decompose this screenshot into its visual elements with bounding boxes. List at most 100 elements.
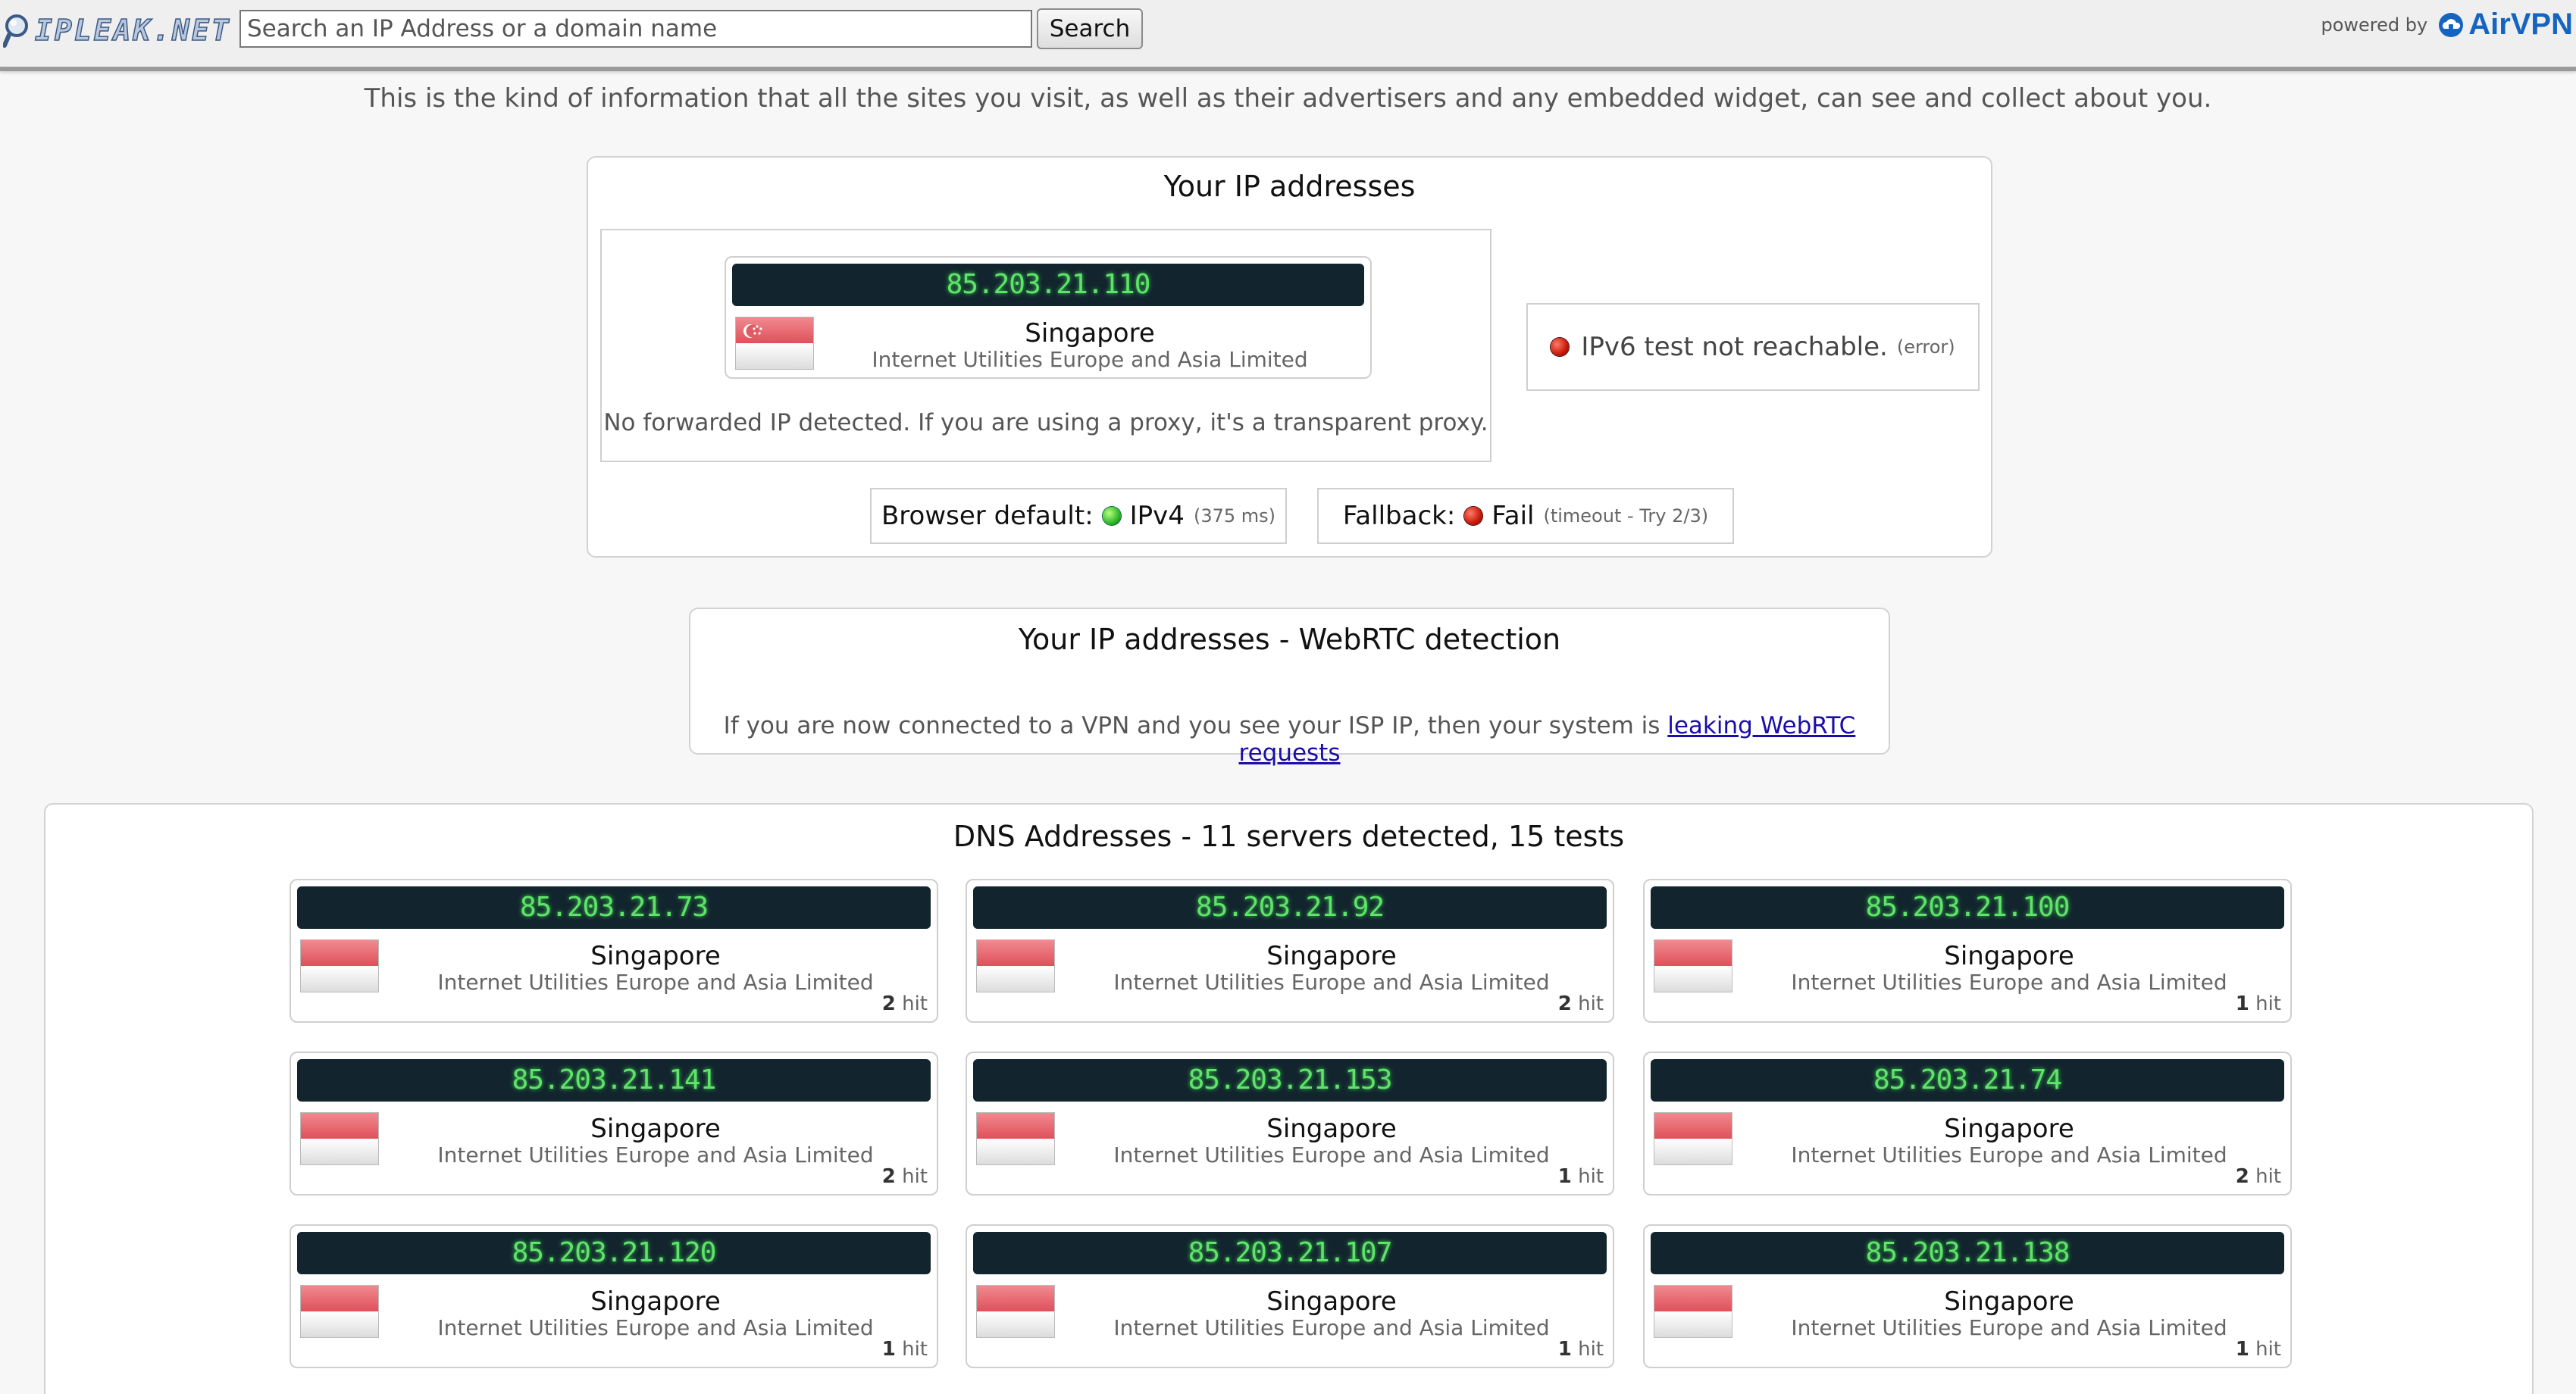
singapore-flag-icon xyxy=(1654,939,1732,992)
webrtc-title: Your IP addresses - WebRTC detection xyxy=(1018,623,1561,656)
ip-panel-title: Your IP addresses xyxy=(1163,170,1416,203)
dns-hit-word: hit xyxy=(1578,1165,1604,1188)
dns-server-isp: Internet Utilities Europe and Asia Limit… xyxy=(1113,1142,1550,1167)
dns-server-country: Singapore xyxy=(1266,1114,1397,1144)
dns-server-card: 85.203.21.74 Singapore Internet Utilitie… xyxy=(1643,1052,2292,1196)
dns-server-isp: Internet Utilities Europe and Asia Limit… xyxy=(1791,970,2227,995)
dns-hit-count: 2 xyxy=(881,1165,896,1188)
browser-default-value: IPv4 xyxy=(1129,501,1185,531)
dns-server-card: 85.203.21.138 Singapore Internet Utiliti… xyxy=(1643,1224,2292,1368)
ipv4-section: 85.203.21.110 Singapore Internet Utiliti… xyxy=(600,229,1491,462)
dns-server-isp: Internet Utilities Europe and Asia Limit… xyxy=(437,1315,874,1340)
dns-server-hits: 2 hit xyxy=(1558,992,1604,1015)
singapore-flag-icon xyxy=(976,1285,1055,1338)
singapore-flag-icon xyxy=(300,1112,379,1165)
ip-addresses-panel: Your IP addresses 85.203.21.110 Singapor… xyxy=(587,156,1992,558)
fallback-box: Fallback: Fail (timeout - Try 2/3) xyxy=(1317,488,1734,544)
dns-hit-count: 1 xyxy=(2235,992,2249,1015)
top-header: IPLEAK.NET Search powered by AirVPN xyxy=(0,0,2576,71)
webrtc-note-text: If you are now connected to a VPN and yo… xyxy=(723,712,1660,739)
dns-server-card: 85.203.21.153 Singapore Internet Utiliti… xyxy=(966,1052,1614,1196)
fallback-value: Fail xyxy=(1491,501,1535,531)
singapore-flag-icon xyxy=(976,939,1055,992)
dns-server-card: 85.203.21.141 Singapore Internet Utiliti… xyxy=(290,1052,938,1196)
browser-default-status-icon xyxy=(1102,507,1121,525)
dns-server-ip[interactable]: 85.203.21.153 xyxy=(973,1059,1607,1102)
ipv6-status-icon xyxy=(1551,338,1570,356)
ipv4-card: 85.203.21.110 Singapore Internet Utiliti… xyxy=(725,256,1372,379)
dns-server-ip[interactable]: 85.203.21.73 xyxy=(297,886,931,929)
dns-hit-count: 1 xyxy=(1557,1165,1572,1188)
dns-server-isp: Internet Utilities Europe and Asia Limit… xyxy=(437,1142,874,1167)
powered-by-label: powered by xyxy=(2321,14,2428,36)
singapore-flag-icon xyxy=(735,317,814,370)
dns-server-country: Singapore xyxy=(1944,1114,2074,1144)
dns-server-country: Singapore xyxy=(590,1114,721,1144)
dns-server-country: Singapore xyxy=(590,941,721,971)
logo-text: IPLEAK.NET xyxy=(34,13,231,48)
search-button[interactable]: Search xyxy=(1037,8,1143,49)
dns-hit-word: hit xyxy=(2255,1165,2281,1188)
dns-hit-word: hit xyxy=(902,992,928,1015)
forwarded-ip-note: No forwarded IP detected. If you are usi… xyxy=(603,409,1488,436)
dns-server-country: Singapore xyxy=(1944,941,2074,971)
dns-server-card: 85.203.21.92 Singapore Internet Utilitie… xyxy=(966,879,1614,1023)
singapore-flag-icon xyxy=(300,1285,379,1338)
fallback-label: Fallback: xyxy=(1342,501,1456,531)
ipv6-box: IPv6 test not reachable. (error) xyxy=(1526,303,1980,391)
dns-server-hits: 2 hit xyxy=(2236,1165,2281,1188)
dns-server-ip[interactable]: 85.203.21.74 xyxy=(1651,1059,2284,1102)
webrtc-note: If you are now connected to a VPN and yo… xyxy=(690,712,1889,767)
singapore-flag-icon xyxy=(976,1112,1055,1165)
dns-server-ip[interactable]: 85.203.21.138 xyxy=(1651,1232,2284,1274)
dns-server-ip[interactable]: 85.203.21.92 xyxy=(973,886,1607,929)
dns-server-isp: Internet Utilities Europe and Asia Limit… xyxy=(1791,1315,2227,1340)
browser-default-label: Browser default: xyxy=(881,501,1094,531)
dns-server-ip[interactable]: 85.203.21.141 xyxy=(297,1059,931,1102)
dns-server-ip[interactable]: 85.203.21.107 xyxy=(973,1232,1607,1274)
dns-server-ip[interactable]: 85.203.21.100 xyxy=(1651,886,2284,929)
dns-server-card: 85.203.21.73 Singapore Internet Utilitie… xyxy=(290,879,938,1023)
dns-server-country: Singapore xyxy=(590,1286,721,1317)
search-input[interactable] xyxy=(239,10,1032,48)
dns-server-isp: Internet Utilities Europe and Asia Limit… xyxy=(1113,1315,1550,1340)
ipv4-address[interactable]: 85.203.21.110 xyxy=(732,264,1364,306)
dns-title: DNS Addresses - 11 servers detected, 15 … xyxy=(953,820,1625,853)
dns-server-isp: Internet Utilities Europe and Asia Limit… xyxy=(1113,970,1550,995)
dns-server-country: Singapore xyxy=(1266,1286,1397,1317)
dns-server-card: 85.203.21.120 Singapore Internet Utiliti… xyxy=(290,1224,938,1368)
ipv6-status-detail: (error) xyxy=(1896,336,1955,358)
fallback-status-icon xyxy=(1464,507,1483,525)
dns-server-hits: 2 hit xyxy=(882,1165,928,1188)
intro-text: This is the kind of information that all… xyxy=(364,83,2212,114)
browser-default-detail: (375 ms) xyxy=(1193,505,1275,527)
dns-hit-word: hit xyxy=(1578,992,1604,1015)
dns-server-ip[interactable]: 85.203.21.120 xyxy=(297,1232,931,1274)
ipv6-status-label: IPv6 test not reachable. xyxy=(1581,332,1888,362)
dns-hit-word: hit xyxy=(902,1165,928,1188)
fallback-detail: (timeout - Try 2/3) xyxy=(1543,505,1709,527)
browser-default-box: Browser default: IPv4 (375 ms) xyxy=(870,488,1287,544)
dns-server-hits: 1 hit xyxy=(1558,1165,1604,1188)
ipleak-logo[interactable]: IPLEAK.NET xyxy=(2,6,231,55)
dns-server-card: 85.203.21.100 Singapore Internet Utiliti… xyxy=(1643,879,2292,1023)
dns-server-isp: Internet Utilities Europe and Asia Limit… xyxy=(1791,1142,2227,1167)
dns-hit-count: 2 xyxy=(2235,1165,2249,1188)
ipv4-country: Singapore xyxy=(1025,318,1155,348)
airvpn-cloud-icon xyxy=(2439,12,2464,37)
airvpn-logo[interactable]: AirVPN xyxy=(2438,8,2573,42)
webrtc-panel: Your IP addresses - WebRTC detection If … xyxy=(689,608,1890,767)
dns-server-isp: Internet Utilities Europe and Asia Limit… xyxy=(437,970,874,995)
dns-server-hits: 1 hit xyxy=(2236,992,2281,1015)
dns-server-country: Singapore xyxy=(1266,941,1397,971)
dns-hit-word: hit xyxy=(2255,992,2281,1015)
singapore-flag-icon xyxy=(300,939,379,992)
powered-by: powered by AirVPN xyxy=(2321,8,2573,42)
dns-server-hits: 2 hit xyxy=(882,992,928,1015)
magnifier-logo-icon xyxy=(2,8,33,53)
dns-hit-count: 2 xyxy=(1557,992,1572,1015)
singapore-flag-icon xyxy=(1654,1112,1732,1165)
dns-hit-count: 2 xyxy=(881,992,896,1015)
dns-panel: DNS Addresses - 11 servers detected, 15 … xyxy=(44,803,2534,1394)
airvpn-text: AirVPN xyxy=(2468,8,2573,41)
